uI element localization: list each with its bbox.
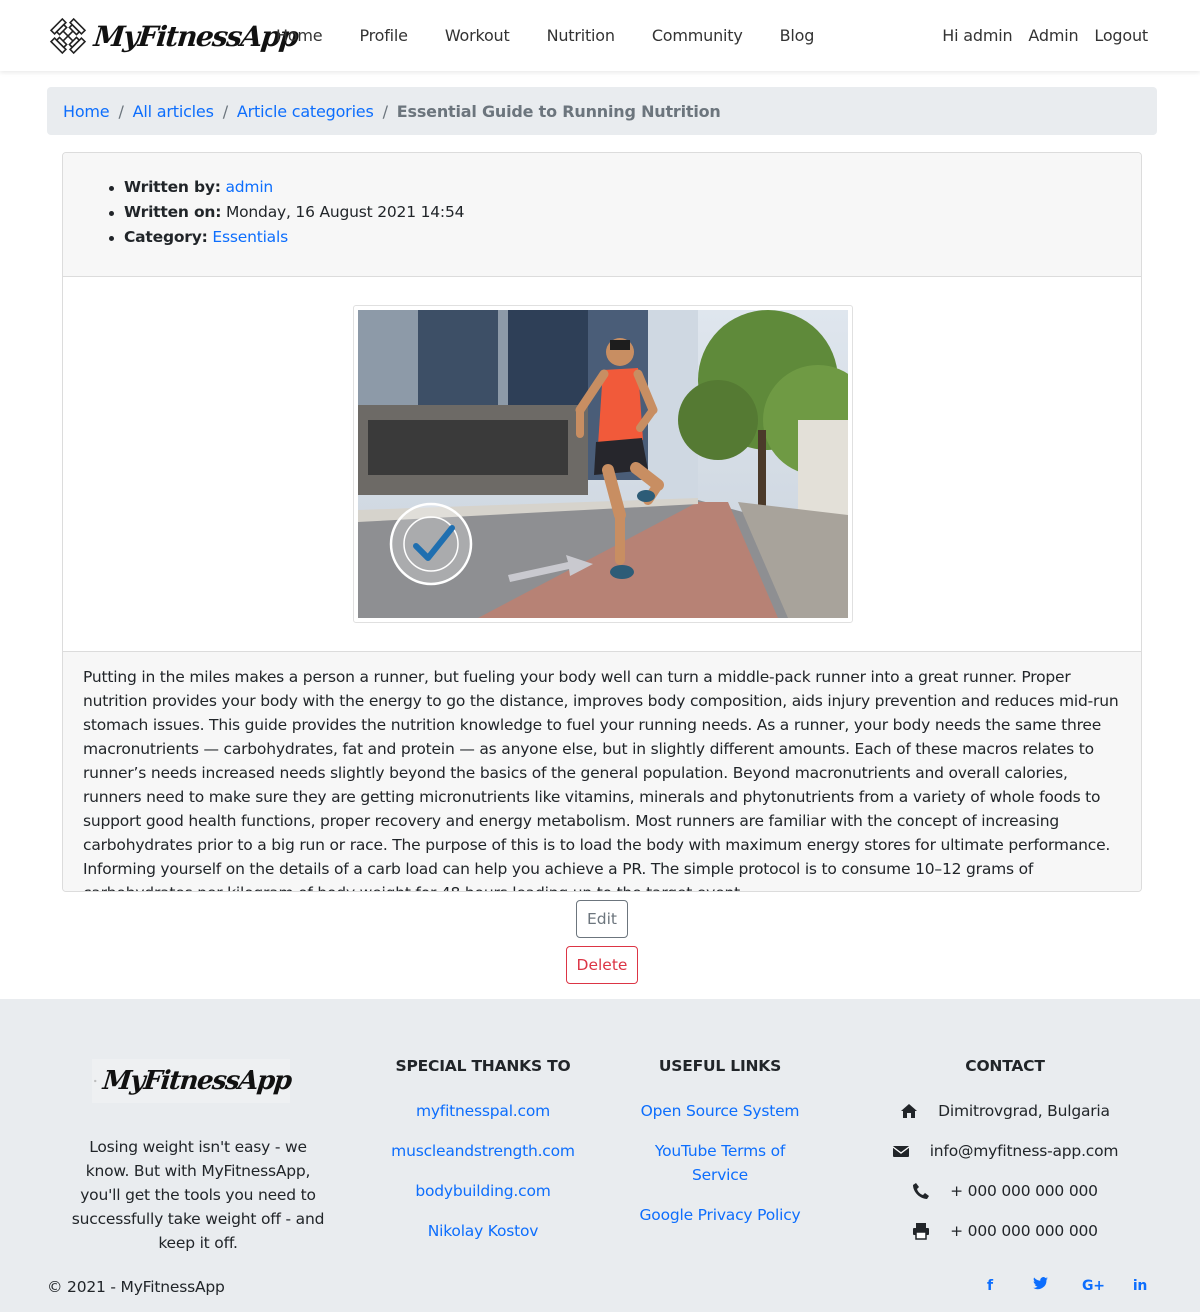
meta-date-value: Monday, 16 August 2021 14:54: [225, 203, 465, 221]
dumbbells-icon: [94, 1079, 97, 1083]
breadcrumb-separator: /: [118, 101, 124, 121]
footer: MyFitnessApp Losing weight isn't easy - …: [0, 999, 1200, 1312]
contact-phone-text: + 000 000 000 000: [950, 1182, 1098, 1200]
nav-home[interactable]: Home: [264, 24, 323, 48]
contact-email-text: info@myfitness-app.com: [929, 1142, 1119, 1160]
article-card: Written by: admin Written on: Monday, 16…: [62, 152, 1142, 892]
footer-contact: CONTACT Dimitrovgrad, Bulgaria info@myfi…: [880, 1055, 1130, 1259]
linkedin-icon[interactable]: in: [1132, 1277, 1148, 1295]
user-nav: Hi admin Admin Logout: [926, 24, 1148, 48]
link-open-source-system[interactable]: Open Source System: [630, 1099, 810, 1123]
breadcrumb-separator: /: [222, 101, 228, 121]
breadcrumb: Home / All articles / Article categories…: [47, 87, 1157, 135]
contact-email: info@myfitness-app.com: [880, 1139, 1130, 1163]
thanks-link-nikolay-kostov[interactable]: Nikolay Kostov: [383, 1219, 583, 1243]
copyright: © 2021 - MyFitnessApp: [47, 1278, 225, 1296]
nav-profile[interactable]: Profile: [347, 24, 408, 48]
dumbbells-icon: [49, 17, 87, 55]
article-image: [353, 305, 853, 623]
contact-address-text: Dimitrovgrad, Bulgaria: [938, 1102, 1110, 1120]
article-meta: Written by: admin Written on: Monday, 16…: [63, 153, 1141, 277]
runner-photo: [358, 310, 848, 618]
thanks-link-myfitnesspal[interactable]: myfitnesspal.com: [383, 1099, 583, 1123]
article-image-area: [63, 277, 1141, 651]
essential-guides-badge: [389, 502, 473, 586]
phone-icon: [913, 1183, 930, 1199]
thanks-link-muscleandstrength[interactable]: muscleandstrength.com: [383, 1139, 583, 1163]
thanks-link-bodybuilding[interactable]: bodybuilding.com: [383, 1179, 583, 1203]
edit-button[interactable]: Edit: [576, 900, 628, 938]
nav-nutrition[interactable]: Nutrition: [535, 24, 615, 48]
contact-phone: + 000 000 000 000: [880, 1179, 1130, 1203]
meta-category-label: Category:: [124, 228, 208, 246]
special-thanks-title: SPECIAL THANKS TO: [395, 1057, 571, 1075]
google-plus-icon[interactable]: G+: [1082, 1277, 1105, 1295]
nav-greeting[interactable]: Hi admin: [942, 24, 1012, 48]
nav-blog[interactable]: Blog: [768, 24, 815, 48]
contact-fax: + 000 000 000 000: [880, 1219, 1130, 1243]
breadcrumb-current: Essential Guide to Running Nutrition: [396, 101, 721, 121]
print-icon: [913, 1223, 930, 1240]
author-link[interactable]: admin: [225, 178, 273, 196]
footer-logo: MyFitnessApp: [92, 1059, 292, 1103]
category-link[interactable]: Essentials: [212, 228, 288, 246]
breadcrumb-separator: /: [382, 101, 388, 121]
link-google-privacy[interactable]: Google Privacy Policy: [630, 1203, 810, 1227]
meta-author-label: Written by:: [124, 178, 221, 196]
meta-date: Written on: Monday, 16 August 2021 14:54: [108, 200, 1141, 225]
contact-fax-text: + 000 000 000 000: [950, 1222, 1098, 1240]
brand-logo[interactable]: MyFitnessApp: [48, 14, 299, 58]
main-nav: Home Profile Workout Nutrition Community…: [264, 24, 839, 48]
article-content: Putting in the miles makes a person a ru…: [63, 651, 1141, 891]
navbar: MyFitnessApp Home Profile Workout Nutrit…: [0, 0, 1200, 71]
contact-address: Dimitrovgrad, Bulgaria: [880, 1099, 1130, 1123]
link-youtube-terms[interactable]: YouTube Terms of Service: [630, 1139, 810, 1187]
meta-author: Written by: admin: [108, 175, 1141, 200]
nav-community[interactable]: Community: [640, 24, 743, 48]
nav-logout[interactable]: Logout: [1094, 24, 1148, 48]
nav-admin[interactable]: Admin: [1028, 24, 1078, 48]
facebook-icon[interactable]: f: [982, 1277, 998, 1295]
breadcrumb-home[interactable]: Home: [63, 102, 110, 121]
meta-date-label: Written on:: [124, 203, 222, 221]
meta-category: Category: Essentials: [108, 225, 1141, 250]
envelope-icon: [892, 1146, 910, 1157]
breadcrumb-all-articles[interactable]: All articles: [133, 102, 214, 121]
footer-special-thanks: SPECIAL THANKS TO myfitnesspal.com muscl…: [383, 1055, 583, 1259]
contact-title: CONTACT: [965, 1057, 1045, 1075]
breadcrumb-article-categories[interactable]: Article categories: [237, 102, 374, 121]
footer-description: Losing weight isn't easy - we know. But …: [71, 1138, 325, 1252]
delete-button[interactable]: Delete: [566, 946, 638, 984]
footer-useful-links: USEFUL LINKS Open Source System YouTube …: [630, 1055, 810, 1243]
nav-workout[interactable]: Workout: [433, 24, 510, 48]
footer-brand-name: MyFitnessApp: [100, 1066, 292, 1096]
twitter-icon[interactable]: [1032, 1277, 1048, 1295]
useful-links-title: USEFUL LINKS: [658, 1057, 782, 1075]
home-icon: [901, 1104, 918, 1118]
social-links: f G+ in: [948, 1277, 1148, 1295]
